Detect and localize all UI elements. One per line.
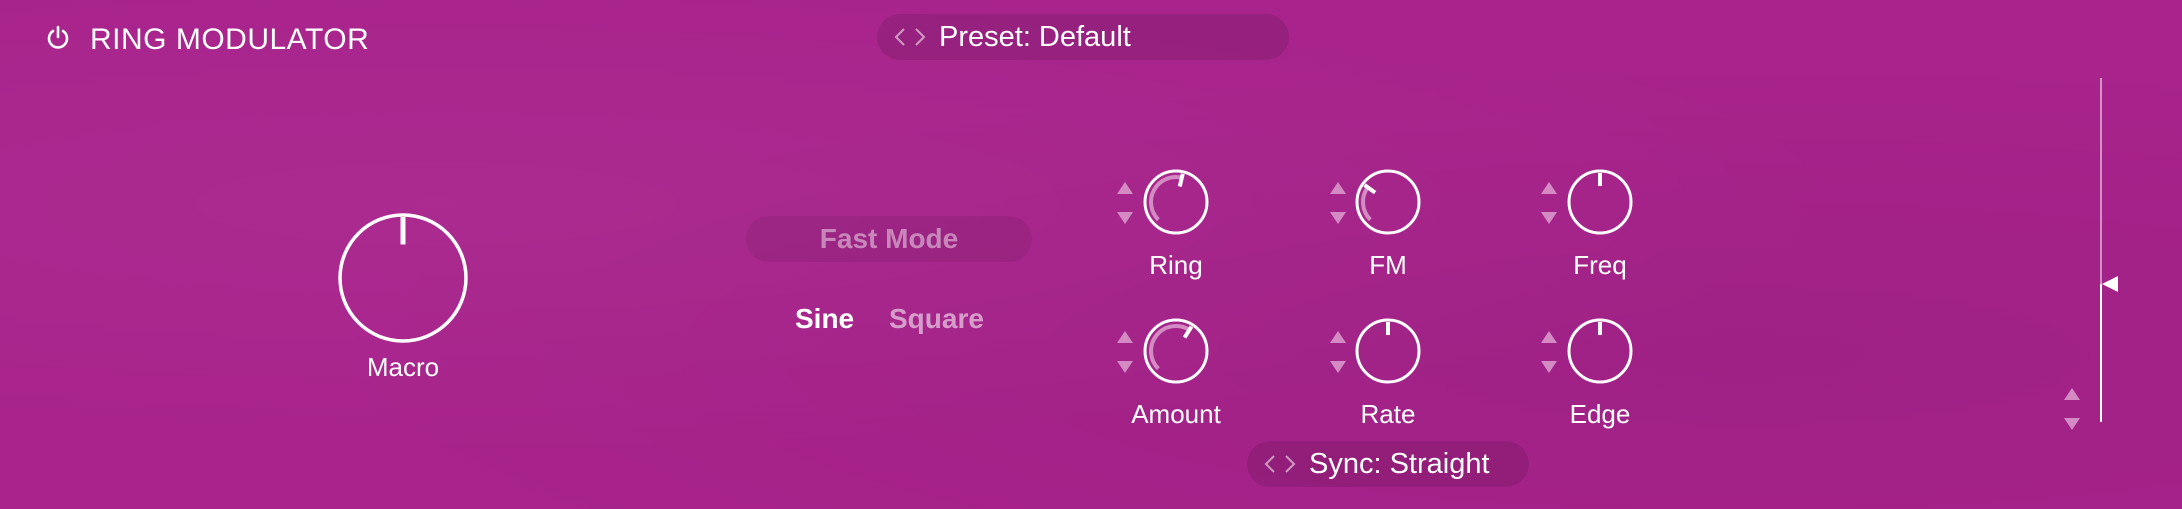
rate-label: Rate (1360, 399, 1416, 429)
output-stepper[interactable] (2061, 384, 2083, 434)
chevron-left-icon[interactable] (893, 25, 907, 49)
fm-label: FM (1369, 250, 1407, 280)
waveform-square-option[interactable]: Square (889, 302, 984, 336)
freq-knob[interactable] (1566, 168, 1634, 236)
fm-stepper[interactable] (1327, 178, 1349, 228)
rate-stepper[interactable] (1327, 327, 1349, 377)
fast-mode-toggle[interactable]: Fast Mode (746, 216, 1032, 262)
amount-stepper[interactable] (1114, 327, 1136, 377)
ring-label: Ring (1149, 250, 1203, 280)
rate-knob[interactable] (1354, 317, 1422, 385)
edge-knob[interactable] (1566, 317, 1634, 385)
macro-knob[interactable] (336, 211, 470, 345)
output-fader-handle[interactable] (2100, 274, 2120, 294)
output-fader-fill (2100, 284, 2102, 422)
amount-knob[interactable] (1142, 317, 1210, 385)
preset-selector[interactable]: Preset: Default (877, 14, 1289, 60)
preset-label: Preset: Default (939, 21, 1131, 53)
chevron-right-icon[interactable] (913, 25, 927, 49)
chevron-right-icon[interactable] (1283, 452, 1297, 476)
device-title: RING MODULATOR (90, 23, 370, 56)
ring-knob[interactable] (1142, 168, 1210, 236)
chevron-left-icon[interactable] (1263, 452, 1277, 476)
amount-label: Amount (1131, 399, 1221, 429)
macro-label: Macro (366, 352, 440, 382)
power-icon[interactable] (44, 24, 72, 52)
sync-label: Sync: Straight (1309, 448, 1490, 480)
sync-selector[interactable]: Sync: Straight (1247, 441, 1529, 487)
freq-stepper[interactable] (1538, 178, 1560, 228)
ring-modulator-panel: RING MODULATOR Preset: Default Macro Fas… (0, 0, 2182, 509)
ring-stepper[interactable] (1114, 178, 1136, 228)
edge-label: Edge (1569, 399, 1631, 429)
fm-knob[interactable] (1354, 168, 1422, 236)
waveform-sine-option[interactable]: Sine (795, 302, 854, 336)
freq-label: Freq (1573, 250, 1627, 280)
edge-stepper[interactable] (1538, 327, 1560, 377)
